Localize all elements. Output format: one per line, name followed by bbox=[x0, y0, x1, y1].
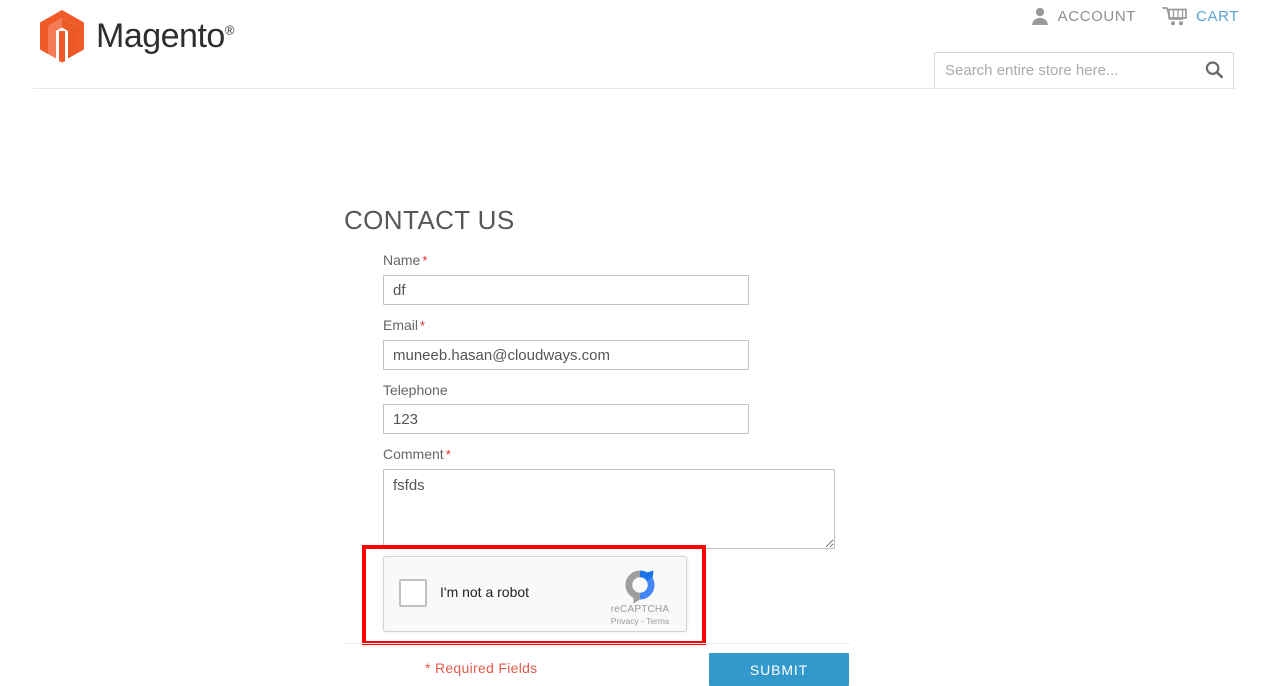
field-telephone-label: Telephone bbox=[383, 382, 853, 398]
field-telephone: Telephone bbox=[383, 382, 853, 434]
cart-link-label: CART bbox=[1196, 7, 1239, 25]
submit-button[interactable]: SUBMIT bbox=[709, 653, 849, 686]
page-header: Magento® ACCOUNT CART Search entire stor… bbox=[0, 0, 1267, 89]
recaptcha-checkbox[interactable] bbox=[399, 579, 427, 607]
recaptcha-checkbox-label: I'm not a robot bbox=[440, 584, 530, 600]
logo-brand-text: Magento bbox=[96, 16, 225, 55]
shopping-cart-icon bbox=[1162, 6, 1188, 26]
recaptcha-branding: reCAPTCHA Privacy - Terms bbox=[602, 564, 678, 626]
field-email-label: Email * bbox=[383, 317, 853, 334]
field-name-label-text: Name bbox=[383, 252, 421, 268]
required-asterisk: * bbox=[445, 447, 451, 462]
page-title: CONTACT US bbox=[344, 205, 515, 235]
recaptcha-logo-icon bbox=[619, 564, 661, 606]
registered-mark: ® bbox=[224, 22, 235, 38]
field-name-label: Name * bbox=[383, 252, 853, 269]
field-name: Name * bbox=[383, 252, 853, 305]
search-button[interactable] bbox=[1201, 59, 1227, 83]
contact-form: Name* Email* Telephone Comment* fsfds bbox=[383, 252, 853, 561]
field-email-label-text: Email bbox=[383, 317, 419, 333]
field-email: Email * bbox=[383, 317, 853, 370]
cart-link[interactable]: CART bbox=[1162, 6, 1239, 26]
site-logo[interactable]: Magento® bbox=[38, 8, 253, 64]
field-comment-label: Comment * bbox=[383, 446, 853, 463]
user-icon bbox=[1030, 6, 1050, 26]
logo-wordmark: Magento® bbox=[96, 17, 234, 56]
comment-textarea[interactable]: fsfds bbox=[383, 469, 835, 549]
header-links: ACCOUNT CART bbox=[1030, 6, 1239, 26]
required-fields-note: * Required Fields bbox=[425, 660, 538, 676]
magento-hexagon-logo-icon bbox=[38, 9, 86, 63]
field-comment: Comment * fsfds bbox=[383, 446, 853, 549]
telephone-input[interactable] bbox=[383, 404, 749, 434]
recaptcha-widget[interactable]: I'm not a robot reCAPTCHA Privacy - Term… bbox=[383, 556, 687, 632]
recaptcha-privacy-terms[interactable]: Privacy - Terms bbox=[602, 616, 678, 626]
required-asterisk: * bbox=[422, 253, 428, 268]
search-box[interactable] bbox=[934, 52, 1234, 89]
required-asterisk: * bbox=[420, 318, 426, 333]
field-telephone-label-text: Telephone bbox=[383, 382, 448, 398]
email-input[interactable] bbox=[383, 340, 749, 370]
recaptcha-brand-name: reCAPTCHA bbox=[610, 604, 670, 615]
account-link[interactable]: ACCOUNT bbox=[1030, 6, 1136, 26]
actions-divider bbox=[345, 643, 850, 644]
search-input[interactable] bbox=[935, 53, 1187, 88]
name-input[interactable] bbox=[383, 275, 749, 305]
field-comment-label-text: Comment bbox=[383, 446, 444, 462]
header-divider bbox=[33, 88, 1235, 89]
account-link-label: ACCOUNT bbox=[1057, 7, 1137, 25]
